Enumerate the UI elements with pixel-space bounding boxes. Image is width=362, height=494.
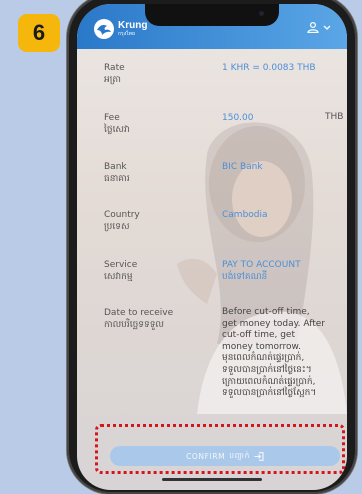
detail-row-rate: Rate អត្រា 1 KHR = 0.0083 THB (104, 62, 334, 112)
detail-row-bank: Bank ធនាគារ BIC Bank (104, 161, 334, 209)
service-value-km: បង់ទៅគណនី (222, 272, 268, 282)
detail-row-country: Country ប្រទេស Cambodia (104, 209, 334, 259)
note-line: cut-off time, get (222, 330, 295, 341)
phone-notch (145, 4, 279, 26)
service-value: PAY TO ACCOUNT (222, 260, 301, 270)
step-number-badge: 6 (18, 14, 60, 52)
detail-label-km: ប្រទេស (104, 222, 130, 232)
note-line: money tomorrow. (222, 341, 301, 352)
camera-dot (259, 11, 264, 16)
detail-value: 1 KHR = 0.0083 THB (222, 63, 316, 73)
detail-label-km: អត្រា (104, 75, 121, 85)
detail-row-service: Service សេវាកម្ម PAY TO ACCOUNT បង់ទៅគណន… (104, 259, 334, 307)
note-line: ក្រោយពេលកំណត់ផ្ទេរប្រាក់, (222, 376, 316, 387)
detail-label-km: ថ្លៃសេវា (104, 125, 130, 135)
logo-name: Krung (118, 20, 148, 31)
app-screen: Krung กรุงไทย Rate អត្រា 1 KHR = 0.0083 … (77, 4, 347, 490)
home-indicator (162, 478, 262, 481)
detail-value: BIC Bank (222, 162, 263, 172)
note-line: ទទួលបានប្រាក់នៅថ្ងៃនេះ។ (222, 364, 312, 375)
detail-row-fee: Fee ថ្លៃសេវា 150.00 THB (104, 112, 343, 161)
chevron-down-icon (323, 25, 331, 30)
krungthai-logo: Krung กรุงไทย (93, 18, 147, 40)
fee-currency: THB (325, 112, 344, 122)
note-line: មុនពេលកំណត់ផ្ទេរប្រាក់, (222, 353, 305, 364)
confirm-highlight-box (95, 424, 345, 474)
note-line: ទទួលបានប្រាក់នៅថ្ងៃស្អែក។ (222, 388, 317, 399)
detail-value: Cambodia (222, 210, 268, 220)
note-line: Before cut-off time, (222, 307, 310, 317)
app-header: Krung กรุงไทย (77, 4, 347, 49)
phone-frame: Krung กรุงไทย Rate អត្រា 1 KHR = 0.0083 … (67, 0, 357, 494)
transfer-details: Rate អត្រា 1 KHR = 0.0083 THB Fee ថ្លៃសេ… (104, 62, 343, 407)
detail-label-km: ធនាគារ (104, 174, 130, 184)
detail-row-date-to-receive: Date to receive កាលបរិច្ឆេទទទួល Before c… (104, 307, 334, 407)
bird-logo-icon (94, 19, 114, 39)
note-line: get money today. After (222, 318, 325, 329)
user-icon (307, 22, 319, 33)
logo-subtitle: กรุงไทย (118, 31, 135, 37)
user-menu-button[interactable] (307, 22, 331, 33)
detail-value: PAY TO ACCOUNT បង់ទៅគណនី (222, 259, 347, 283)
receive-time-note: Before cut-off time, get money today. Af… (222, 307, 344, 400)
